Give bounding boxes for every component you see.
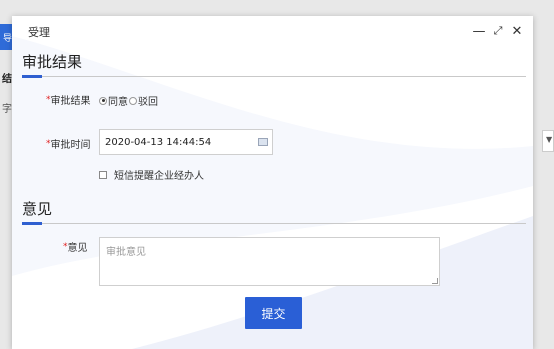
maximize-icon[interactable]: ⤢ <box>492 24 504 38</box>
time-label: 审批时间 <box>50 140 91 151</box>
opinion-placeholder: 审批意见 <box>106 247 146 258</box>
approval-time-value: 2020-04-13 14:44:54 <box>105 136 212 148</box>
sms-label[interactable]: 短信提醒企业经办人 <box>114 167 204 182</box>
radio-reject[interactable] <box>129 96 137 105</box>
sms-row: 短信提醒企业经办人 <box>99 167 204 182</box>
opinion-row: * 意见 <box>63 239 88 255</box>
opinion-label: 意见 <box>67 243 88 254</box>
radio-reject-label[interactable]: 驳回 <box>138 93 158 108</box>
section-header-approval: 审批结果 <box>22 48 526 78</box>
section-title: 意见 <box>22 200 53 218</box>
resize-handle[interactable] <box>432 278 438 284</box>
result-label: 审批结果 <box>50 96 91 107</box>
background-select[interactable]: ▼ <box>542 130 554 152</box>
background-text: 字 <box>2 104 12 115</box>
dialog-title: 受理 <box>28 26 50 39</box>
radio-approve-label[interactable]: 同意 <box>108 93 128 108</box>
time-field-wrap: 2020-04-13 14:44:54 <box>99 129 273 155</box>
section-accent-bar <box>22 75 42 78</box>
result-radio-group: 同意 驳回 <box>99 93 158 108</box>
result-row: * 审批结果 <box>46 92 91 108</box>
sms-checkbox[interactable] <box>99 170 107 179</box>
background-nav-tab[interactable]: 导 <box>0 24 12 50</box>
accept-dialog: 受理 — ⤢ ✕ 审批结果 * 审批结果 同意 驳回 * 审批时间 2020-0… <box>12 16 533 349</box>
time-row: * 审批时间 <box>46 136 91 152</box>
close-icon[interactable]: ✕ <box>511 24 523 39</box>
radio-approve[interactable] <box>99 96 107 105</box>
background-text: 结 <box>2 74 12 85</box>
opinion-textarea[interactable]: 审批意见 <box>99 237 440 286</box>
window-controls: — ⤢ ✕ <box>473 24 523 39</box>
section-accent-bar <box>22 222 42 225</box>
section-title: 审批结果 <box>22 53 83 71</box>
minimize-icon[interactable]: — <box>473 24 486 39</box>
opinion-field-wrap: 审批意见 <box>99 237 440 286</box>
dialog-titlebar: 受理 — ⤢ ✕ <box>12 16 533 48</box>
section-header-opinion: 意见 <box>22 195 526 225</box>
submit-button[interactable]: 提交 <box>245 297 302 329</box>
calendar-icon[interactable] <box>258 138 268 146</box>
approval-time-input[interactable]: 2020-04-13 14:44:54 <box>99 129 273 155</box>
